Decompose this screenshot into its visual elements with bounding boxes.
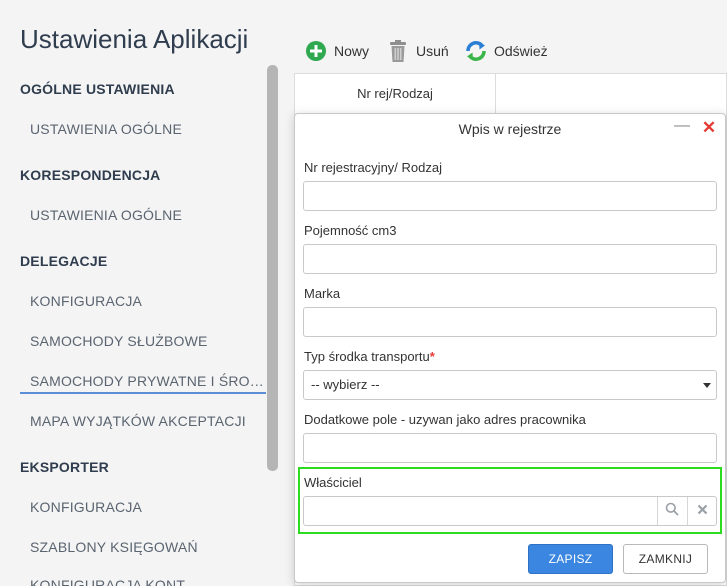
refresh-button-label: Odśwież	[494, 43, 548, 59]
clear-icon	[697, 502, 708, 520]
transport-type-select[interactable]: -- wybierz --	[303, 370, 717, 400]
capacity-input[interactable]	[303, 244, 717, 274]
extra-field-label: Dodatkowe pole - uzywan jako adres praco…	[304, 412, 586, 427]
section-korespondencja: KORESPONDENCJA	[20, 167, 161, 183]
owner-clear-button[interactable]	[687, 497, 716, 525]
sidebar-item-konfiguracja-kont[interactable]: KONFIGURACJA KONT	[30, 577, 185, 586]
sidebar-item-szablony-ksiegowan[interactable]: SZABLONY KSIĘGOWAŃ	[30, 539, 198, 555]
brand-label: Marka	[304, 286, 341, 301]
app-title: Ustawienia Aplikacji	[20, 24, 249, 54]
sidebar-item-samochody-sluzbowe[interactable]: SAMOCHODY SŁUŻBOWE	[30, 333, 208, 349]
owner-label: Właściciel	[304, 475, 362, 490]
trash-icon	[386, 39, 410, 63]
sidebar-item-samochody-prywatne[interactable]: SAMOCHODY PRYWATNE I ŚRODKI TRANSPORTU	[30, 373, 266, 389]
section-delegacje: DELEGACJE	[20, 253, 108, 269]
close-icon[interactable]: ✕	[700, 117, 718, 139]
brand-input[interactable]	[303, 307, 717, 337]
transport-type-label-text: Typ środka transportu	[304, 349, 430, 364]
column-header-empty	[496, 74, 726, 114]
capacity-label: Pojemność cm3	[304, 223, 397, 238]
plus-circle-icon	[304, 39, 328, 63]
sidebar-item-eksporter-konfiguracja[interactable]: KONFIGURACJA	[30, 499, 142, 515]
save-button[interactable]: ZAPISZ	[528, 544, 613, 574]
new-button-label: Nowy	[334, 43, 370, 59]
column-header-nr-rej[interactable]: Nr rej/Rodzaj	[295, 74, 496, 114]
transport-type-selected: -- wybierz --	[311, 377, 380, 392]
owner-input[interactable]	[304, 497, 656, 525]
close-button[interactable]: ZAMKNIJ	[623, 544, 708, 574]
sidebar-item-korespondencja-ustawienia[interactable]: USTAWIENIA OGÓLNE	[30, 207, 182, 223]
refresh-button[interactable]: Odśwież	[464, 37, 548, 65]
refresh-icon	[464, 39, 488, 63]
sidebar-item-ustawienia-ogolne[interactable]: USTAWIENIA OGÓLNE	[30, 121, 182, 137]
owner-lookup	[303, 496, 717, 526]
registration-label: Nr rejestracyjny/ Rodzaj	[304, 160, 442, 175]
transport-type-label: Typ środka transportu*	[304, 349, 435, 364]
section-eksporter: EKSPORTER	[20, 459, 109, 475]
section-ogolne-ustawienia: OGÓLNE USTAWIENIA	[20, 81, 175, 97]
sidebar: Ustawienia Aplikacji OGÓLNE USTAWIENIA U…	[0, 0, 282, 586]
delete-button[interactable]: Usuń	[386, 37, 449, 65]
dialog-title: Wpis w rejestrze	[458, 121, 562, 137]
registry-entry-dialog: Wpis w rejestrze — ✕ Nr rejestracyjny/ R…	[294, 113, 726, 583]
chevron-down-icon	[703, 383, 711, 388]
sidebar-scrollbar[interactable]	[267, 65, 278, 471]
delete-button-label: Usuń	[416, 43, 449, 59]
new-button[interactable]: Nowy	[304, 37, 369, 65]
extra-field-input[interactable]	[303, 433, 717, 463]
owner-search-button[interactable]	[657, 497, 686, 525]
search-icon	[665, 502, 679, 521]
minimize-icon[interactable]: —	[673, 117, 691, 139]
sidebar-item-konfiguracja[interactable]: KONFIGURACJA	[30, 293, 142, 309]
registration-input[interactable]	[303, 181, 717, 211]
sidebar-item-mapa-wyjatkow[interactable]: MAPA WYJĄTKÓW AKCEPTACJI	[30, 413, 246, 429]
active-item-underline	[20, 392, 266, 394]
required-marker: *	[429, 349, 435, 364]
